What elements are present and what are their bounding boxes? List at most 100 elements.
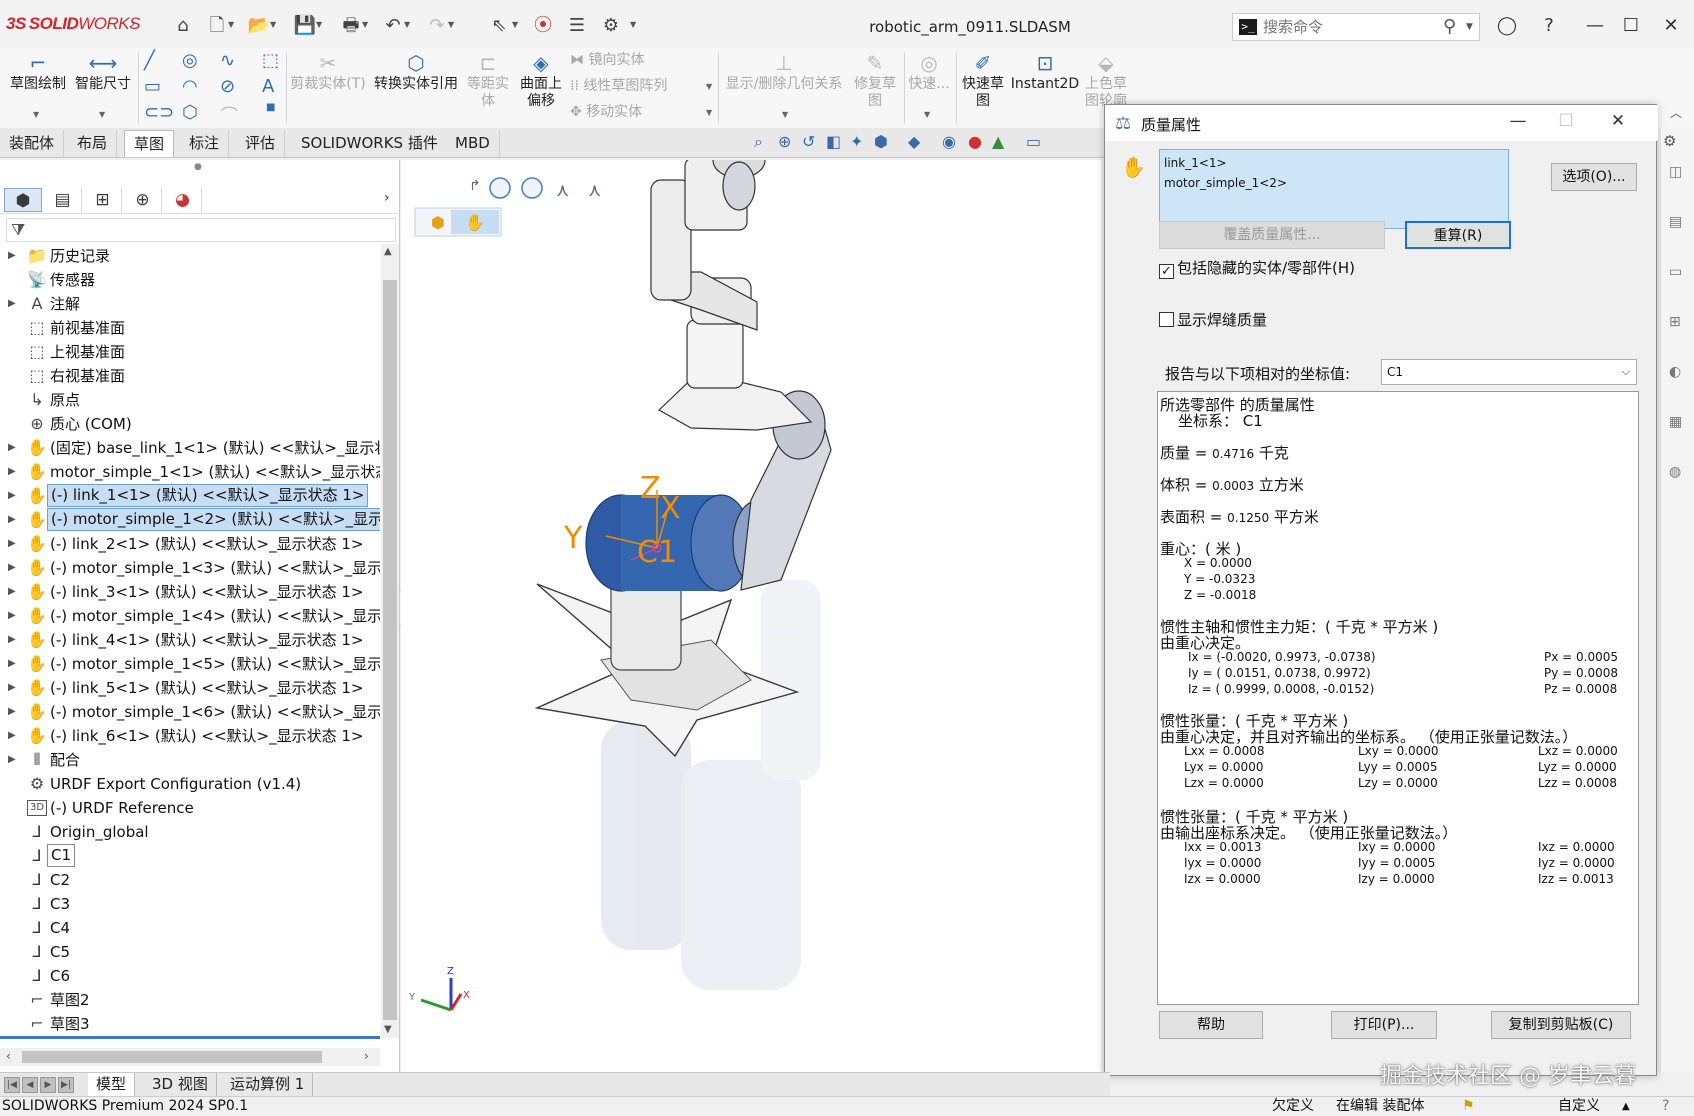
tree-item[interactable]: ⌐ 草图2 (0, 988, 380, 1012)
dimxpert-manager-icon[interactable]: ⊕ (124, 188, 162, 212)
expand-arrow-icon[interactable]: ▶ (8, 748, 16, 772)
next-tab-icon[interactable]: ▶ (40, 1077, 56, 1093)
chevron-down-icon[interactable]: ▼ (270, 20, 276, 29)
override-mass-properties-button[interactable]: 覆盖质量属性... (1159, 221, 1385, 249)
expand-arrow-icon[interactable]: ▶ (8, 532, 16, 556)
solidworks-logo[interactable]: 3S SOLIDWORKS (6, 14, 140, 34)
tab-3d-view[interactable]: 3D 视图 (144, 1073, 217, 1096)
view-palette-icon[interactable]: ⊞ (1669, 314, 1681, 330)
tree-item[interactable]: ▶ ✋ (-) link_5<1> (默认) <<默认>_显示状态 1> (0, 676, 380, 700)
copy-to-clipboard-button[interactable]: 复制到剪贴板(C) (1491, 1011, 1631, 1039)
tree-item[interactable]: ▶ ✋ (固定) base_link_1<1> (默认) <<默认>_显示状态 (0, 436, 380, 460)
shaded-sketch-contours-button[interactable]: ⬙ 上色草 图轮廓 (1080, 52, 1132, 110)
repair-sketch-button[interactable]: ✎ 修复草 图 (850, 52, 900, 110)
tab-layout[interactable]: 布局 (68, 130, 118, 157)
last-tab-icon[interactable]: ▶| (58, 1077, 74, 1093)
tree-item[interactable]: ▶ ✋ motor_simple_1<1> (默认) <<默认>_显示状态 (0, 460, 380, 484)
custom-properties-icon[interactable]: ▦ (1669, 414, 1682, 430)
tree-item[interactable]: ▶ ✋ (-) link_2<1> (默认) <<默认>_显示状态 1> (0, 532, 380, 556)
options-button[interactable]: 选项(O)... (1551, 163, 1637, 191)
tree-item[interactable]: ▶ 📁 历史记录 (0, 244, 380, 268)
line-icon[interactable]: ╱ (144, 50, 155, 71)
hide-show-items-icon[interactable]: ◉ (942, 132, 956, 151)
previous-tab-icon[interactable]: ◀ (22, 1077, 38, 1093)
chevron-down-icon[interactable]: ▼ (404, 20, 410, 29)
expand-arrow-icon[interactable]: ▶ (8, 580, 16, 604)
circle-icon[interactable]: ◎ (182, 50, 198, 71)
chevron-down-icon[interactable]: ▼ (316, 20, 322, 29)
tab-solidworks-addins[interactable]: SOLIDWORKS 插件 (292, 130, 448, 157)
view-orientation-icon[interactable]: ⬢ (874, 132, 888, 151)
rebuild-icon[interactable]: ⚑ (1462, 1097, 1475, 1116)
scroll-up-icon[interactable]: ▲ (384, 246, 392, 257)
convert-entities-button[interactable]: ⬡ 转换实体引用 (372, 52, 460, 93)
close-icon[interactable]: ✕ (1605, 111, 1631, 131)
coincident-mate-icon[interactable] (521, 177, 543, 199)
chevron-down-icon[interactable]: ▼ (630, 20, 636, 29)
display-delete-relations-button[interactable]: ⊥ 显示/删除几何关系 (722, 52, 846, 93)
spline-icon[interactable]: ∿ (220, 50, 235, 71)
previous-view-icon[interactable]: ↺ (802, 132, 815, 151)
mirror-entities-button[interactable]: ⧓ 镜向实体 (570, 52, 690, 69)
apply-scene-icon[interactable]: ▲ (992, 132, 1004, 151)
chevron-down-icon[interactable]: ▼ (99, 110, 105, 119)
print-icon[interactable]: 🖶 (338, 13, 364, 39)
chevron-up-icon[interactable]: ▲ (1622, 1097, 1630, 1116)
search-commands-box[interactable]: >_ ⚲ ▼ (1232, 13, 1480, 41)
rapid-sketch-button[interactable]: ✐ 快速草 图 (958, 52, 1008, 110)
ellipse-icon[interactable]: ⊘ (220, 76, 235, 97)
point-icon[interactable]: ■ (266, 102, 275, 113)
sketch-button[interactable]: ⌐ 草图绘制 (6, 52, 70, 93)
tree-item[interactable]: ▶ ✋ (-) motor_simple_1<5> (默认) <<默认>_显示状 (0, 652, 380, 676)
tree-item[interactable]: ▶ ✋ (-) motor_simple_1<6> (默认) <<默认>_显示状 (0, 700, 380, 724)
recalculate-button[interactable]: 重算(R) (1405, 221, 1511, 249)
expand-arrow-icon[interactable]: ▶ (8, 484, 16, 508)
list-item[interactable]: motor_simple_1<2> (1164, 173, 1504, 193)
tree-item[interactable]: ▶ ✋ (-) motor_simple_1<2> (默认) <<默认>_显示状 (0, 508, 380, 532)
include-hidden-checkbox[interactable]: ✓ 包括隐藏的实体/零部件(H) (1159, 257, 1355, 279)
checkbox-unchecked[interactable] (1159, 312, 1174, 327)
chevron-down-icon[interactable]: ▼ (362, 20, 368, 29)
tree-item[interactable]: ⚙ URDF Export Configuration (v1.4) (0, 772, 380, 796)
move-entities-button[interactable]: ✥ 移动实体 (570, 104, 690, 121)
trim-entities-button[interactable]: ✂ 剪裁实体(T) (290, 52, 366, 93)
expand-arrow-icon[interactable]: ▶ (8, 700, 16, 724)
panel-grip-icon[interactable]: ● (194, 162, 202, 172)
collapse-ribbon-icon[interactable]: ︿ (1670, 104, 1682, 121)
polygon-icon[interactable]: ⬡ (182, 102, 198, 123)
tree-item[interactable]: ▶ ✋ (-) motor_simple_1<4> (默认) <<默认>_显示状 (0, 604, 380, 628)
selected-items-list[interactable]: link_1<1> motor_simple_1<2> (1159, 149, 1509, 229)
offset-entities-button[interactable]: ⊏ 等距实 体 (464, 52, 512, 110)
tree-filter[interactable]: ⧩ (6, 218, 396, 242)
chevron-down-icon[interactable]: ▼ (512, 20, 518, 29)
concentric-mate-icon[interactable] (489, 177, 511, 199)
file-explorer-icon[interactable]: ▭ (1669, 264, 1682, 280)
dynamic-annotation-icon[interactable]: ✦ (850, 132, 863, 151)
coordinate-system-select[interactable]: C1 ⌵ (1381, 359, 1637, 385)
view-arrow-icon[interactable]: ↱ (469, 178, 481, 194)
expand-arrow-icon[interactable]: ▶ (8, 244, 16, 268)
chevron-down-icon[interactable]: ▼ (1466, 22, 1473, 32)
rectangle-icon[interactable]: ▭ (144, 76, 161, 97)
tree-item[interactable]: 3D (-) URDF Reference (0, 796, 380, 820)
chevron-down-icon[interactable]: ▼ (782, 110, 788, 119)
expand-arrow-icon[interactable]: ▶ (8, 652, 16, 676)
tree-item[interactable]: ▶ A 注解 (0, 292, 380, 316)
chevron-right-icon[interactable]: › (384, 190, 390, 206)
tree-item[interactable]: ▶ ✋ (-) link_1<1> (默认) <<默认>_显示状态 1> (0, 484, 380, 508)
scroll-left-icon[interactable]: ‹ (6, 1049, 11, 1063)
expand-arrow-icon[interactable]: ▶ (8, 436, 16, 460)
tree-item[interactable]: ⅃ C6 (0, 964, 380, 988)
property-manager-icon[interactable]: ▤ (44, 188, 82, 212)
section-view-icon[interactable]: ◧ (826, 132, 841, 151)
view-settings-icon[interactable]: ▭ (1026, 132, 1041, 151)
tab-evaluate[interactable]: 评估 (236, 130, 286, 157)
tree-item[interactable]: 📡 传感器 (0, 268, 380, 292)
undo-icon[interactable]: ↶ (380, 13, 406, 39)
tab-assembly[interactable]: 装配体 (0, 130, 65, 157)
tree-item[interactable]: ⅃ C3 (0, 892, 380, 916)
chevron-down-icon[interactable]: ▼ (706, 108, 712, 117)
linear-sketch-pattern-button[interactable]: ⁞⁞ 线性草图阵列 (570, 78, 690, 95)
home-icon[interactable]: ⌂ (170, 13, 196, 39)
design-library-icon[interactable]: ▤ (1669, 214, 1682, 230)
